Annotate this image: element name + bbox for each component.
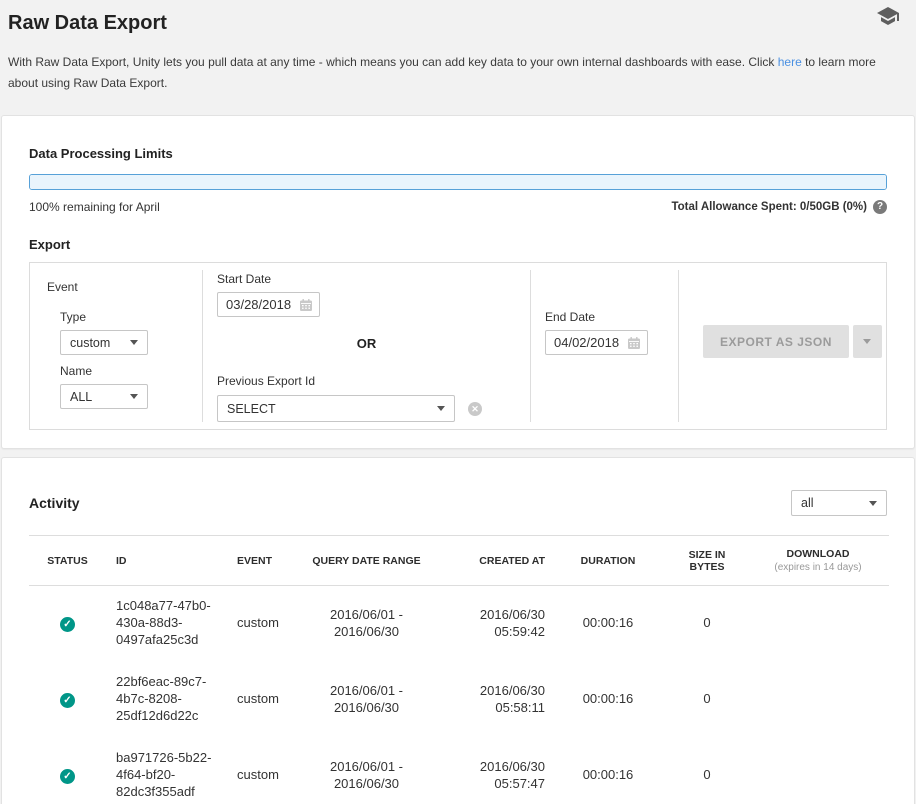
- duration-cell: 00:00:16: [549, 738, 667, 804]
- col-header-query-date-range: QUERY DATE RANGE: [304, 536, 429, 586]
- data-processing-panel: Data Processing Limits 100% remaining fo…: [1, 115, 915, 449]
- col-header-status: STATUS: [29, 536, 106, 586]
- allowance-summary: Total Allowance Spent: 0/50GB (0%) ?: [671, 200, 887, 214]
- activity-header: Activity all: [29, 490, 887, 516]
- end-date-label: End Date: [545, 310, 664, 324]
- event-name-select[interactable]: ALL: [60, 384, 148, 409]
- allowance-progress-bar: [29, 174, 887, 190]
- download-cell: [747, 662, 889, 738]
- download-cell: [747, 738, 889, 804]
- activity-filter-value: all: [801, 496, 814, 510]
- export-actions: EXPORT AS JSON: [703, 325, 886, 358]
- table-row: ✓ 1c048a77-47b0-430a-88d3-0497afa25c3d c…: [29, 586, 889, 662]
- start-date-input[interactable]: [226, 297, 294, 312]
- activity-filter-select[interactable]: all: [791, 490, 887, 516]
- export-id-cell: 22bf6eac-89c7-4b7c-8208-25df12d6d22c: [106, 662, 227, 738]
- chevron-down-icon: [130, 394, 138, 399]
- created-at-cell: 2016/06/30 05:58:11: [429, 662, 549, 738]
- activity-table: STATUS ID EVENT QUERY DATE RANGE CREATED…: [29, 535, 889, 804]
- calendar-icon: [627, 336, 641, 350]
- download-expiry-note: (expires in 14 days): [751, 562, 885, 573]
- download-header-label: DOWNLOAD: [787, 548, 850, 560]
- event-name-label: Name: [60, 364, 202, 378]
- col-header-download: DOWNLOAD (expires in 14 days): [747, 536, 889, 586]
- allowance-progress-fill: [30, 175, 886, 189]
- query-date-range-cell: 2016/06/01 - 2016/06/30: [304, 662, 429, 738]
- table-row: ✓ ba971726-5b22-4f64-bf20-82dc3f355adf c…: [29, 738, 889, 804]
- status-success-icon: ✓: [60, 617, 75, 632]
- previous-export-value: SELECT: [227, 402, 276, 416]
- download-cell: [747, 586, 889, 662]
- end-date-column: End Date: [530, 270, 678, 422]
- created-at-cell: 2016/06/30 05:57:47: [429, 738, 549, 804]
- col-header-id: ID: [106, 536, 227, 586]
- chevron-down-icon: [437, 406, 445, 411]
- export-id-cell: 1c048a77-47b0-430a-88d3-0497afa25c3d: [106, 586, 227, 662]
- page-description: With Raw Data Export, Unity lets you pul…: [8, 52, 908, 94]
- end-date-input[interactable]: [554, 335, 622, 350]
- chevron-down-icon: [130, 340, 138, 345]
- clear-selection-icon[interactable]: ✕: [468, 402, 482, 416]
- query-date-range-cell: 2016/06/01 - 2016/06/30: [304, 586, 429, 662]
- chevron-down-icon: [863, 339, 871, 344]
- export-as-json-button[interactable]: EXPORT AS JSON: [703, 325, 849, 358]
- status-success-icon: ✓: [60, 769, 75, 784]
- col-header-size-in-bytes: SIZE IN BYTES: [667, 536, 747, 586]
- event-cell: custom: [227, 586, 304, 662]
- event-label: Event: [47, 280, 202, 294]
- size-cell: 0: [667, 586, 747, 662]
- col-header-duration: DURATION: [549, 536, 667, 586]
- help-icon[interactable]: ?: [873, 200, 887, 214]
- page-title: Raw Data Export: [8, 12, 908, 35]
- activity-title: Activity: [29, 495, 80, 511]
- event-cell: custom: [227, 662, 304, 738]
- description-text-pre: With Raw Data Export, Unity lets you pul…: [8, 55, 778, 69]
- duration-cell: 00:00:16: [549, 586, 667, 662]
- allowance-label: Total Allowance Spent: 0/50GB (0%): [671, 201, 867, 213]
- col-header-created-at: CREATED AT: [429, 536, 549, 586]
- event-column: Event Type custom Name ALL: [30, 270, 202, 422]
- calendar-icon: [299, 298, 313, 312]
- export-form: Event Type custom Name ALL Start Date OR…: [29, 262, 887, 430]
- previous-export-select[interactable]: SELECT: [217, 395, 455, 422]
- limits-meta-row: 100% remaining for April Total Allowance…: [29, 200, 887, 214]
- duration-cell: 00:00:16: [549, 662, 667, 738]
- size-cell: 0: [667, 738, 747, 804]
- created-at-cell: 2016/06/30 05:59:42: [429, 586, 549, 662]
- graduation-cap-icon[interactable]: [876, 4, 900, 28]
- previous-export-row: SELECT ✕: [217, 395, 516, 422]
- export-format-dropdown-button[interactable]: [853, 325, 882, 358]
- event-name-value: ALL: [70, 390, 92, 404]
- page-header: Raw Data Export With Raw Data Export, Un…: [0, 0, 916, 94]
- remaining-label: 100% remaining for April: [29, 200, 160, 214]
- export-id-cell: ba971726-5b22-4f64-bf20-82dc3f355adf: [106, 738, 227, 804]
- export-action-column: EXPORT AS JSON: [678, 270, 886, 422]
- event-cell: custom: [227, 738, 304, 804]
- end-date-field[interactable]: [545, 330, 648, 355]
- event-type-label: Type: [60, 310, 202, 324]
- limits-heading: Data Processing Limits: [29, 146, 887, 161]
- learn-more-link[interactable]: here: [778, 55, 802, 69]
- col-header-event: EVENT: [227, 536, 304, 586]
- query-date-range-cell: 2016/06/01 - 2016/06/30: [304, 738, 429, 804]
- or-label: OR: [217, 336, 516, 351]
- event-type-select[interactable]: custom: [60, 330, 148, 355]
- previous-export-label: Previous Export Id: [217, 374, 516, 388]
- table-header-row: STATUS ID EVENT QUERY DATE RANGE CREATED…: [29, 536, 889, 586]
- size-cell: 0: [667, 662, 747, 738]
- start-date-field[interactable]: [217, 292, 320, 317]
- activity-panel: Activity all STATUS ID EVENT QUERY DATE …: [1, 457, 915, 804]
- status-success-icon: ✓: [60, 693, 75, 708]
- start-date-label: Start Date: [217, 272, 516, 286]
- chevron-down-icon: [869, 501, 877, 506]
- export-heading: Export: [29, 237, 887, 252]
- event-type-value: custom: [70, 336, 110, 350]
- date-range-column: Start Date OR Previous Export Id SELECT …: [202, 270, 530, 422]
- table-row: ✓ 22bf6eac-89c7-4b7c-8208-25df12d6d22c c…: [29, 662, 889, 738]
